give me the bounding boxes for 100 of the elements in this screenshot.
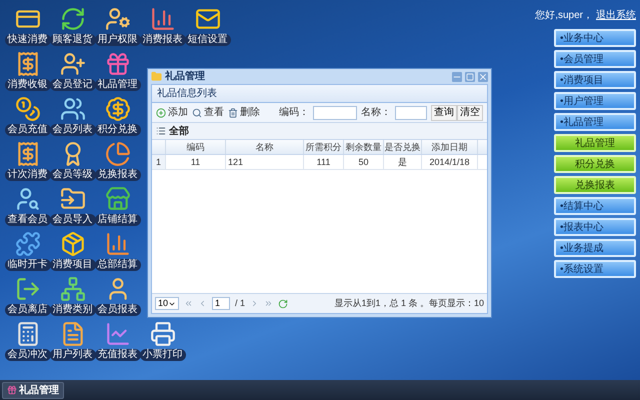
- desktop-icon-label[interactable]: 会员离店: [4, 304, 50, 316]
- magnifier-icon: [192, 108, 202, 118]
- field-label: 名称：: [361, 106, 391, 120]
- desktop-icon-label[interactable]: 计次消费: [4, 169, 50, 181]
- bar-chart-icon[interactable]: [150, 6, 176, 32]
- table-cell: 50: [344, 155, 384, 169]
- desktop-icon-label[interactable]: 店铺结算: [94, 214, 140, 226]
- table-cell: 111: [304, 155, 344, 169]
- field-label: 编码：: [279, 106, 309, 120]
- table-cell: 2014/1/18: [422, 155, 478, 169]
- table-cell: 是: [384, 155, 422, 169]
- dollar-badge-icon[interactable]: [104, 96, 130, 122]
- page-count: / 1: [235, 296, 246, 310]
- list-icon: [156, 126, 166, 136]
- input-field[interactable]: [395, 106, 427, 120]
- desktop-icon-label[interactable]: 用户权限: [94, 34, 140, 46]
- package-icon[interactable]: [60, 231, 86, 257]
- sidebar-item[interactable]: •礼品管理: [554, 113, 636, 131]
- sidebar-item[interactable]: 礼品管理: [554, 134, 636, 152]
- desktop-icon-label[interactable]: 会员等级: [50, 169, 96, 181]
- sidebar-item[interactable]: •报表中心: [554, 218, 636, 236]
- column-header[interactable]: 编码: [166, 140, 226, 154]
- desktop-icon-label[interactable]: 会员冲次: [4, 349, 50, 361]
- desktop-icon-label[interactable]: 消费类别: [50, 304, 96, 316]
- desktop-icon-label[interactable]: 消费项目: [50, 259, 96, 271]
- toolbar-button[interactable]: 添加: [156, 105, 188, 120]
- plus-icon: [156, 108, 166, 118]
- toolbar-button[interactable]: 查看: [192, 105, 224, 120]
- search-button[interactable]: 查询: [431, 104, 457, 120]
- group-title: 全部: [169, 124, 189, 138]
- sidebar-item[interactable]: •用户管理: [554, 92, 636, 110]
- desktop-icon-label[interactable]: 会员登记: [50, 79, 96, 91]
- line-chart-icon[interactable]: [104, 321, 130, 347]
- sidebar-item[interactable]: •会员管理: [554, 50, 636, 68]
- panel-title: 礼品信息列表: [157, 86, 217, 101]
- desktop-icon-label[interactable]: 短信设置: [184, 34, 230, 46]
- column-header[interactable]: 所需积分: [304, 140, 344, 154]
- sidebar-item[interactable]: •结算中心: [554, 197, 636, 215]
- clear-button[interactable]: 清空: [457, 104, 483, 120]
- desktop-icon-label[interactable]: 积分兑换: [94, 124, 140, 136]
- column-header[interactable]: 是否兑换: [384, 140, 422, 154]
- page-input[interactable]: 1: [212, 297, 230, 310]
- users-icon[interactable]: [60, 96, 86, 122]
- user-search-icon[interactable]: [14, 186, 40, 212]
- desktop-icon-label[interactable]: 顾客退货: [50, 34, 96, 46]
- toolbar-button[interactable]: 删除: [228, 105, 260, 120]
- desktop-icon-label[interactable]: 充值报表: [94, 349, 140, 361]
- window-title: 礼品管理: [165, 70, 206, 84]
- gift-icon: [7, 385, 17, 395]
- user-gear-icon[interactable]: [104, 6, 130, 32]
- column-header[interactable]: 剩余数量: [344, 140, 384, 154]
- puzzle-icon[interactable]: [14, 231, 40, 257]
- desktop-icon-label[interactable]: 礼品管理: [94, 79, 140, 91]
- logout-icon[interactable]: [14, 276, 40, 302]
- bar-chart-icon[interactable]: [104, 231, 130, 257]
- page-size-select[interactable]: 10: [155, 297, 180, 310]
- sidebar-item[interactable]: •系统设置: [554, 260, 636, 278]
- row-number: 1: [152, 155, 166, 169]
- close-icon[interactable]: [478, 72, 488, 82]
- store-icon[interactable]: [104, 186, 130, 212]
- network-icon[interactable]: [60, 276, 86, 302]
- sidebar-item[interactable]: •业务中心: [554, 29, 636, 47]
- taskbar-button[interactable]: 礼品管理: [2, 382, 64, 398]
- column-header[interactable]: 添加日期: [422, 140, 478, 154]
- first-page-icon[interactable]: [184, 299, 194, 308]
- desktop-icon-label[interactable]: 小票打印: [140, 349, 186, 361]
- table-cell: 11: [166, 155, 226, 169]
- sidebar-item[interactable]: •业务提成: [554, 239, 636, 257]
- column-header[interactable]: 名称: [226, 140, 304, 154]
- greeting-text: 您好,super，: [535, 9, 593, 23]
- table-cell: 121: [226, 155, 304, 169]
- desktop-icon-label[interactable]: 用户列表: [50, 349, 96, 361]
- desktop-icon-label[interactable]: 会员导入: [50, 214, 96, 226]
- desktop-icon-label[interactable]: 查看会员: [4, 214, 50, 226]
- sidebar-item[interactable]: •消费项目: [554, 71, 636, 89]
- folder-icon[interactable]: [60, 186, 86, 212]
- desktop-icon-label[interactable]: 消费报表: [140, 34, 186, 46]
- user-plus-icon[interactable]: [60, 51, 86, 77]
- minimize-icon[interactable]: [452, 72, 462, 82]
- refresh-icon[interactable]: [278, 298, 288, 308]
- refresh-icon[interactable]: [60, 6, 86, 32]
- gift-icon[interactable]: [104, 51, 130, 77]
- maximize-icon[interactable]: [465, 72, 475, 82]
- sidebar-item[interactable]: 积分兑换: [554, 155, 636, 173]
- printer-icon[interactable]: [150, 321, 176, 347]
- coins-icon[interactable]: [14, 96, 40, 122]
- desktop-icon-label[interactable]: 快速消费: [4, 34, 50, 46]
- desktop-icon-label[interactable]: 临时开卡: [4, 259, 50, 271]
- desktop-icon-label[interactable]: 消费收银: [4, 79, 50, 91]
- desktop-icon-label[interactable]: 兑换报表: [94, 169, 140, 181]
- logout-link[interactable]: 退出系统: [596, 8, 636, 23]
- sidebar-item[interactable]: 兑换报表: [554, 176, 636, 194]
- desktop-icon-label[interactable]: 会员列表: [50, 124, 96, 136]
- trash-icon: [228, 108, 238, 118]
- desktop-icon-label[interactable]: 会员充值: [4, 124, 50, 136]
- last-page-icon[interactable]: [264, 299, 274, 308]
- desktop-icon-label[interactable]: 总部结算: [94, 259, 140, 271]
- input-field[interactable]: [313, 106, 357, 120]
- pie-chart-icon[interactable]: [104, 141, 130, 167]
- desktop-icon-label[interactable]: 会员报表: [94, 304, 140, 316]
